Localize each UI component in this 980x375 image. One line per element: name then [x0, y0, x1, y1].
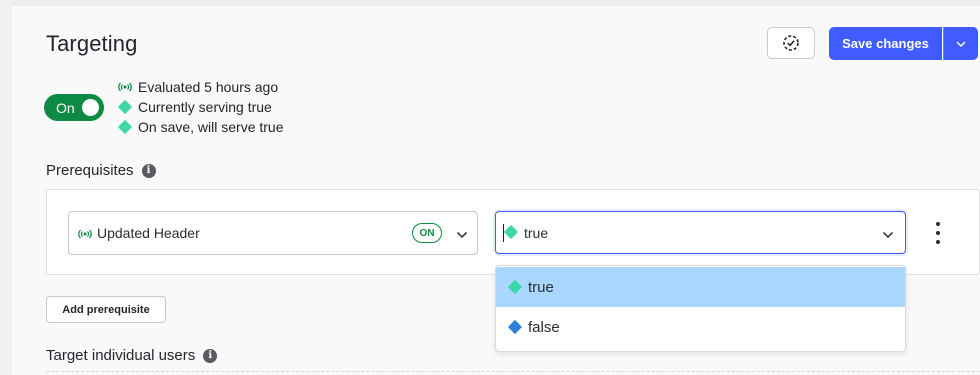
chevron-down-icon	[956, 40, 966, 47]
kebab-menu-icon[interactable]	[932, 222, 944, 244]
save-button-group: Save changes	[829, 27, 978, 60]
history-icon	[783, 35, 799, 51]
live-signal-icon	[116, 82, 134, 92]
variation-dropdown-menu: true false	[495, 265, 906, 352]
prerequisites-heading: Prerequisites i	[46, 162, 156, 179]
true-variation-icon	[507, 279, 523, 295]
dropdown-option-true[interactable]: true	[496, 267, 905, 307]
save-options-button[interactable]	[943, 27, 978, 60]
page-title: Targeting	[46, 31, 138, 56]
divider	[46, 371, 980, 372]
true-variation-icon	[116, 99, 134, 115]
variation-value: true	[524, 225, 549, 241]
info-icon[interactable]: i	[203, 348, 218, 363]
toggle-label: On	[56, 100, 75, 116]
prerequisite-flag-select[interactable]: Updated Header ON	[68, 211, 478, 255]
evaluated-status: Evaluated 5 hours ago	[116, 79, 278, 95]
option-label: false	[528, 318, 560, 336]
flag-status-badge: ON	[412, 223, 442, 243]
live-signal-icon	[78, 226, 92, 244]
target-users-title: Target individual users	[46, 347, 196, 364]
left-gutter	[0, 0, 12, 375]
info-icon[interactable]: i	[141, 163, 156, 178]
targeting-toggle[interactable]: On	[44, 94, 104, 121]
history-button[interactable]	[767, 27, 815, 59]
prerequisites-title: Prerequisites	[46, 162, 134, 179]
prerequisite-variation-select[interactable]: true	[495, 211, 906, 254]
target-users-heading: Target individual users i	[46, 347, 218, 364]
chevron-down-icon	[456, 226, 468, 244]
evaluated-text: Evaluated 5 hours ago	[138, 79, 279, 95]
true-variation-icon	[116, 119, 134, 135]
chevron-down-icon	[882, 226, 894, 244]
on-save-text: On save, will serve true	[138, 119, 284, 135]
serving-status: Currently serving true	[116, 99, 272, 115]
text-cursor	[503, 224, 504, 242]
toggle-knob	[82, 99, 99, 116]
save-changes-button[interactable]: Save changes	[829, 27, 942, 60]
add-prerequisite-button[interactable]: Add prerequisite	[46, 296, 166, 323]
flag-name: Updated Header	[97, 225, 200, 241]
serving-text: Currently serving true	[138, 99, 272, 115]
true-variation-icon	[503, 224, 519, 240]
on-save-status: On save, will serve true	[116, 119, 284, 135]
option-label: true	[528, 278, 554, 296]
dropdown-option-false[interactable]: false	[496, 307, 905, 347]
false-variation-icon	[507, 319, 523, 335]
